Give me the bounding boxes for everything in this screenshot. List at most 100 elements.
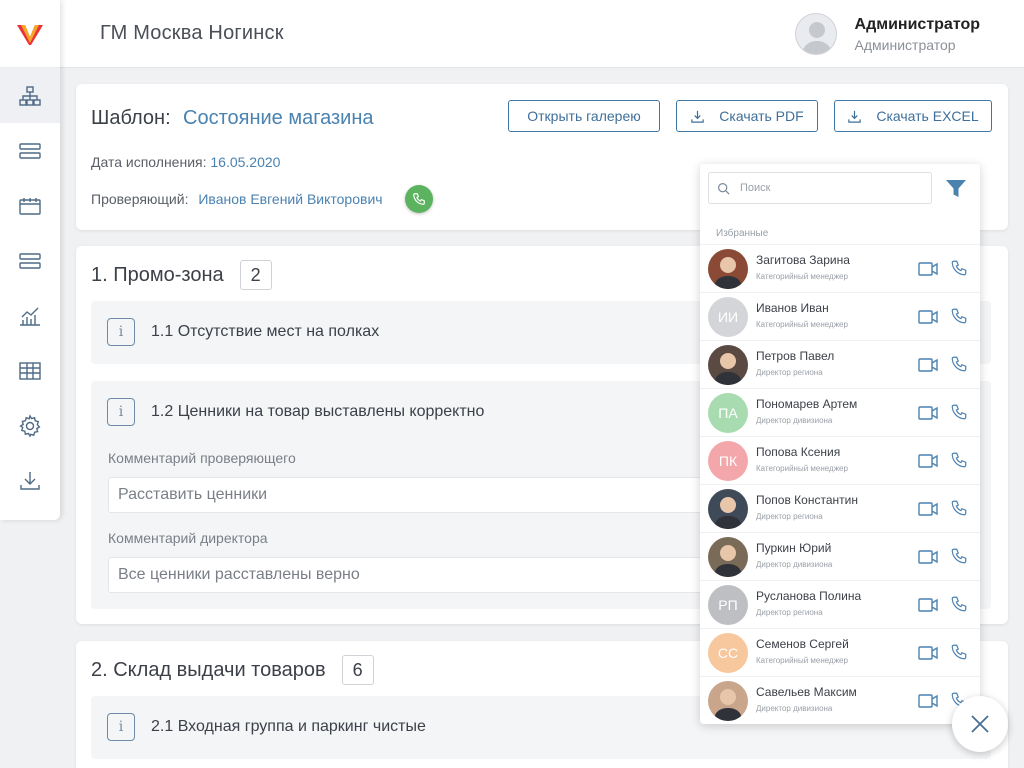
phone-icon[interactable] [950, 451, 968, 469]
info-icon[interactable]: i [107, 713, 135, 741]
sidebar-item-analytics[interactable] [0, 288, 60, 343]
sidebar-item-table[interactable] [0, 343, 60, 398]
person-photo-icon [714, 497, 742, 529]
video-call-icon[interactable] [918, 597, 938, 613]
avatar [708, 681, 748, 721]
video-call-icon[interactable] [918, 693, 938, 709]
video-call-icon[interactable] [918, 309, 938, 325]
sidebar-item-download[interactable] [0, 453, 60, 508]
download-excel-button[interactable]: Скачать EXCEL [834, 100, 992, 132]
phone-icon[interactable] [950, 595, 968, 613]
video-call-icon[interactable] [918, 357, 938, 373]
video-call-icon[interactable] [918, 549, 938, 565]
server-icon [19, 142, 41, 159]
avatar: СС [708, 633, 748, 673]
sidebar-item-list[interactable] [0, 123, 60, 178]
download-icon [20, 471, 40, 490]
contact-row[interactable]: СС Семенов Сергей Категорийный менеджер [700, 628, 980, 676]
inspector-name[interactable]: Иванов Евгений Викторович [198, 191, 382, 207]
phone-icon [413, 193, 425, 205]
video-call-icon[interactable] [918, 261, 938, 277]
contact-row[interactable]: РП Русланова Полина Директор региона [700, 580, 980, 628]
download-icon [848, 110, 862, 123]
section-title: 1. Промо-зона 2 [91, 260, 272, 290]
phone-icon[interactable] [950, 499, 968, 517]
gear-icon [19, 413, 41, 437]
checklist-item-title: i 2.1 Входная группа и паркинг чистые [107, 713, 426, 741]
search-input[interactable] [740, 182, 920, 194]
contact-name: Иванов Иван [756, 301, 829, 315]
contact-name: Попова Ксения [756, 445, 841, 459]
inspector-comment-label: Комментарий проверяющего [108, 450, 296, 466]
checklist-item-text: 2.1 Входная группа и паркинг чистые [151, 718, 426, 735]
contact-name: Пуркин Юрий [756, 541, 832, 555]
open-gallery-label: Открыть галерею [527, 108, 641, 124]
contact-name: Пономарев Артем [756, 397, 858, 411]
avatar [708, 345, 748, 385]
logo-icon [17, 24, 43, 45]
contact-search[interactable] [708, 172, 932, 204]
sidebar-item-structure[interactable] [0, 68, 60, 123]
info-icon[interactable]: i [107, 318, 135, 346]
template-name[interactable]: Состояние магазина [183, 107, 374, 130]
open-gallery-button[interactable]: Открыть галерею [508, 100, 660, 132]
video-call-icon[interactable] [918, 501, 938, 517]
contact-role: Директор дивизиона [756, 560, 833, 569]
video-call-icon[interactable] [918, 645, 938, 661]
section-title-text: 2. Склад выдачи товаров [91, 658, 326, 681]
director-comment-label: Комментарий директора [108, 530, 268, 546]
table-icon [19, 361, 41, 380]
call-inspector-button[interactable] [405, 185, 433, 213]
info-icon[interactable]: i [107, 398, 135, 426]
download-icon [691, 110, 705, 123]
phone-icon[interactable] [950, 547, 968, 565]
contact-row[interactable]: ПА Пономарев Артем Директор дивизиона [700, 388, 980, 436]
search-icon [718, 182, 730, 195]
contact-row[interactable]: Попов Константин Директор региона [700, 484, 980, 532]
contact-row[interactable]: Загитова Зарина Категорийный менеджер [700, 244, 980, 292]
user-role: Администратор [854, 36, 956, 53]
avatar: ПК [708, 441, 748, 481]
contact-role: Категорийный менеджер [756, 656, 848, 665]
app-logo[interactable] [0, 0, 60, 68]
person-photo-icon [714, 257, 742, 289]
filter-icon[interactable] [946, 180, 966, 198]
contact-row[interactable]: Пуркин Юрий Директор дивизиона [700, 532, 980, 580]
contact-row[interactable]: Петров Павел Директор региона [700, 340, 980, 388]
avatar [708, 489, 748, 529]
user-menu[interactable]: Администратор Администратор [794, 13, 980, 55]
contact-role: Директор региона [756, 608, 823, 617]
contact-role: Директор дивизиона [756, 704, 833, 713]
phone-icon[interactable] [950, 259, 968, 277]
contact-role: Категорийный менеджер [756, 464, 848, 473]
video-call-icon[interactable] [918, 405, 938, 421]
checklist-item-title: i 1.1 Отсутствие мест на полках [107, 318, 379, 346]
checklist-item-title: i 1.2 Ценники на товар выставлены коррек… [107, 398, 484, 426]
contact-row[interactable]: ПК Попова Ксения Категорийный менеджер [700, 436, 980, 484]
person-photo-icon [714, 545, 742, 577]
phone-icon[interactable] [950, 307, 968, 325]
contact-row[interactable]: Савельев Максим Директор дивизиона [700, 676, 980, 724]
contact-row[interactable]: ИИ Иванов Иван Категорийный менеджер [700, 292, 980, 340]
contacts-popup: Избранные Загитова Зарина Категорийный ме… [700, 164, 980, 724]
sidebar-item-records[interactable] [0, 233, 60, 288]
download-pdf-label: Скачать PDF [719, 108, 804, 124]
download-pdf-button[interactable]: Скачать PDF [676, 100, 818, 132]
avatar: ПА [708, 393, 748, 433]
favorites-label: Избранные [716, 228, 769, 239]
phone-icon[interactable] [950, 403, 968, 421]
inspector-comment-field[interactable]: Расставить ценники [108, 477, 728, 513]
section-count-badge: 6 [341, 655, 374, 685]
contact-role: Категорийный менеджер [756, 272, 848, 281]
sidebar-item-settings[interactable] [0, 398, 60, 453]
sidebar-item-calendar[interactable] [0, 178, 60, 233]
top-header: ГМ Москва Ногинск Администратор Админист… [60, 0, 1024, 68]
sidebar [0, 0, 60, 520]
director-comment-field[interactable]: Все ценники расставлены верно [108, 557, 728, 593]
video-call-icon[interactable] [918, 453, 938, 469]
phone-icon[interactable] [950, 355, 968, 373]
avatar: ИИ [708, 297, 748, 337]
phone-icon[interactable] [950, 643, 968, 661]
avatar [708, 537, 748, 577]
close-button[interactable] [952, 696, 1008, 752]
